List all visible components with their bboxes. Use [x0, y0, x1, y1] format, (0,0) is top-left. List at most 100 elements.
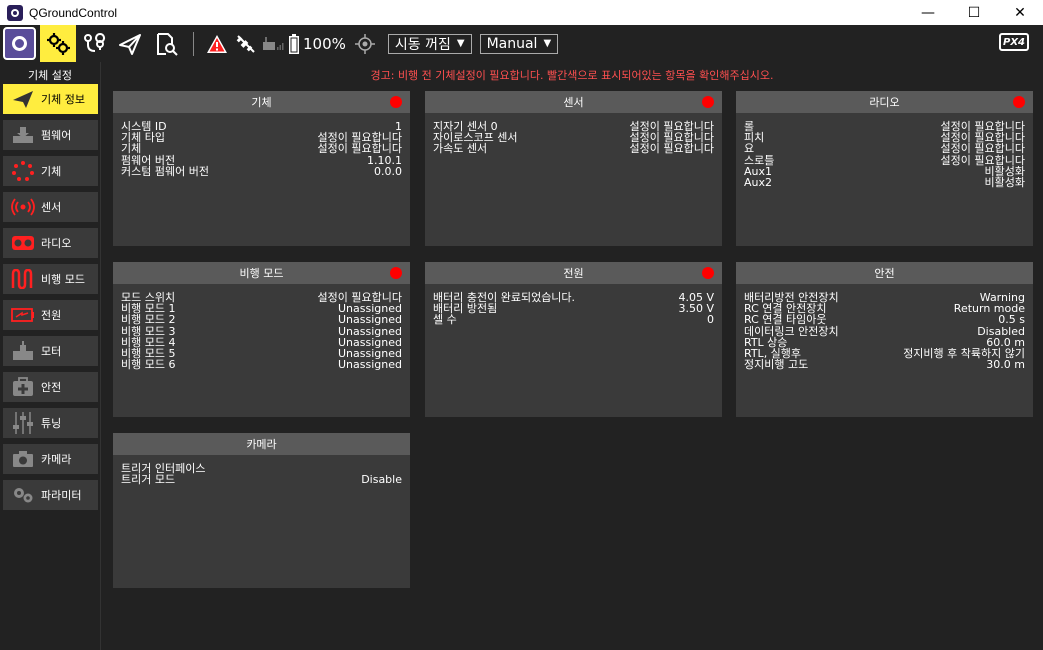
- panel-title: 라디오: [869, 96, 900, 109]
- fly-view-icon[interactable]: [112, 25, 148, 62]
- sidebar-item-label: 안전: [41, 381, 62, 394]
- sidebar-item-firmware[interactable]: 펌웨어: [3, 120, 98, 150]
- paper-plane-icon: [8, 89, 38, 109]
- panel-rows: 배터리방전 안전장치 Warning RC 연결 안전장치 Return mode …: [736, 284, 1033, 372]
- arm-status-label: 시동 꺼짐: [394, 36, 451, 53]
- row-value: 0.0.0: [374, 164, 402, 178]
- sidebar-item-label: 기체 정보: [41, 93, 85, 106]
- row-label: 트리거 모드: [121, 473, 176, 487]
- panel-row: 셀 수 0: [433, 314, 714, 325]
- panel-header[interactable]: 센서: [425, 91, 722, 113]
- row-label: 커스텀 펌웨어 버전: [121, 164, 209, 178]
- row-value: 설정이 필요합니다: [940, 142, 1025, 156]
- battery-percent: 100%: [303, 34, 346, 53]
- sidebar-item-label: 튜닝: [41, 417, 62, 430]
- panel-rows: 롤 설정이 필요합니다 피치 설정이 필요합니다 요 설정이 필요합니다 스로틀 설정이…: [736, 113, 1033, 188]
- analyze-view-icon[interactable]: [148, 25, 184, 62]
- window-title: QGroundControl: [29, 5, 118, 20]
- row-label: Aux2: [744, 176, 773, 190]
- setup-required-indicator: [702, 96, 714, 108]
- sidebar-item-motors[interactable]: 모터: [3, 336, 98, 366]
- panel-header[interactable]: 안전: [736, 262, 1033, 284]
- sidebar-item-sensors[interactable]: 센서: [3, 192, 98, 222]
- qgc-app-icon: [7, 4, 23, 21]
- qgc-logo-icon[interactable]: [3, 27, 36, 60]
- sidebar-item-parameters[interactable]: 파라미터: [3, 480, 98, 510]
- panel-row: Aux2 비활성화: [744, 177, 1025, 188]
- camera-summary-panel[interactable]: 카메라 트리거 인터페이스 트리거 모드 Disable: [113, 433, 410, 588]
- panel-title: 기체: [251, 96, 272, 109]
- panel-row: 커스텀 펌웨어 버전 0.0.0: [121, 166, 402, 177]
- panel-rows: 지자기 센서 0 설정이 필요합니다 자이로스코프 센서 설정이 필요합니다 가속도…: [425, 113, 722, 155]
- vehicle-setup-gear-icon[interactable]: [40, 25, 76, 62]
- flight-mode-label: Manual: [486, 35, 538, 52]
- close-button[interactable]: ✕: [997, 0, 1043, 25]
- row-value: 설정이 필요합니다: [317, 142, 402, 156]
- gps-off-icon[interactable]: [231, 25, 261, 62]
- row-label: 셀 수: [433, 313, 457, 327]
- tuning-icon: [8, 411, 38, 435]
- panel-title: 카메라: [246, 438, 277, 451]
- row-label: 비행 모드 6: [121, 358, 176, 372]
- safety-summary-panel[interactable]: 안전 배터리방전 안전장치 Warning RC 연결 안전장치 Return mo…: [736, 262, 1033, 417]
- sidebar-item-radio[interactable]: 라디오: [3, 228, 98, 258]
- setup-sidebar: 기체 설정 기체 정보 펌웨어 기체 센서 라디오 비행 모드 전원 모터 안전…: [0, 62, 101, 650]
- row-label: 비행 모드 2: [121, 313, 176, 327]
- row-value: 비활성화: [984, 176, 1025, 190]
- sidebar-item-safety[interactable]: 안전: [3, 372, 98, 402]
- sidebar-item-label: 파라미터: [41, 489, 82, 502]
- panel-header[interactable]: 비행 모드: [113, 262, 410, 284]
- sidebar-item-tuning[interactable]: 튜닝: [3, 408, 98, 438]
- sidebar-item-camera[interactable]: 카메라: [3, 444, 98, 474]
- radio-icon: [8, 235, 38, 251]
- safety-icon: [8, 377, 38, 397]
- rc-rssi-icon[interactable]: [261, 25, 287, 62]
- flight-modes-icon: [8, 269, 38, 289]
- radio-summary-panel[interactable]: 라디오 롤 설정이 필요합니다 피치 설정이 필요합니다 요 설정이 필요합니다 스로…: [736, 91, 1033, 246]
- sensors-summary-panel[interactable]: 센서 지자기 센서 0 설정이 필요합니다 자이로스코프 센서 설정이 필요합니다 …: [425, 91, 722, 246]
- sidebar-item-airframe[interactable]: 기체: [3, 156, 98, 186]
- panel-rows: 시스템 ID 1 기체 타입 설정이 필요합니다 기체 설정이 필요합니다 펌웨어 버…: [113, 113, 410, 177]
- minimize-button[interactable]: —: [905, 0, 951, 25]
- panel-title: 전원: [563, 267, 584, 280]
- sidebar-item-label: 카메라: [41, 453, 72, 466]
- sidebar-item-power[interactable]: 전원: [3, 300, 98, 330]
- parameters-icon: [8, 486, 38, 504]
- download-icon: [8, 126, 38, 144]
- power-summary-panel[interactable]: 전원 배터리 충전이 완료되었습니다. 4.05 V 배터리 방전됨 3.50 V …: [425, 262, 722, 417]
- panel-header[interactable]: 라디오: [736, 91, 1033, 113]
- setup-warning-message: 경고: 비행 전 기체설정이 필요합니다. 빨간색으로 표시되어있는 항목을 확…: [370, 69, 774, 82]
- row-value: Unassigned: [338, 358, 402, 372]
- motor-icon: [8, 341, 38, 361]
- sidebar-item-label: 전원: [41, 309, 62, 322]
- airframe-icon: [8, 160, 38, 182]
- setup-required-indicator: [702, 267, 714, 279]
- sidebar-item-label: 센서: [41, 201, 62, 214]
- panel-rows: 모드 스위치 설정이 필요합니다 비행 모드 1 Unassigned 비행 모드 …: [113, 284, 410, 372]
- setup-required-indicator: [1013, 96, 1025, 108]
- panel-rows: 트리거 인터페이스 트리거 모드 Disable: [113, 455, 410, 487]
- panel-header[interactable]: 카메라: [113, 433, 410, 455]
- warning-icon[interactable]: [203, 25, 231, 62]
- panel-title: 비행 모드: [239, 267, 284, 280]
- flight-modes-summary-panel[interactable]: 비행 모드 모드 스위치 설정이 필요합니다 비행 모드 1 Unassigned …: [113, 262, 410, 417]
- row-label: 가속도 센서: [433, 142, 488, 156]
- panel-header[interactable]: 기체: [113, 91, 410, 113]
- battery-icon[interactable]: [287, 25, 301, 62]
- panel-header[interactable]: 전원: [425, 262, 722, 284]
- flight-mode-dropdown[interactable]: Manual ▼: [479, 33, 559, 54]
- sidebar-item-summary[interactable]: 기체 정보: [3, 84, 98, 114]
- chevron-down-icon: ▼: [543, 38, 552, 49]
- row-value: 설정이 필요합니다: [629, 142, 714, 156]
- panel-row: 가속도 센서 설정이 필요합니다: [433, 143, 714, 154]
- row-value: Unassigned: [338, 313, 402, 327]
- plan-view-icon[interactable]: [76, 25, 112, 62]
- sidebar-title: 기체 설정: [28, 69, 72, 82]
- maximize-button[interactable]: ☐: [951, 0, 997, 25]
- row-label: 정지비행 고도: [744, 358, 809, 372]
- chevron-down-icon: ▼: [456, 38, 465, 49]
- arm-status-dropdown[interactable]: 시동 꺼짐 ▼: [387, 33, 472, 54]
- gimbal-target-icon[interactable]: [350, 25, 380, 62]
- sidebar-item-flight-modes[interactable]: 비행 모드: [3, 264, 98, 294]
- airframe-summary-panel[interactable]: 기체 시스템 ID 1 기체 타입 설정이 필요합니다 기체 설정이 필요합니다 펌웨…: [113, 91, 410, 246]
